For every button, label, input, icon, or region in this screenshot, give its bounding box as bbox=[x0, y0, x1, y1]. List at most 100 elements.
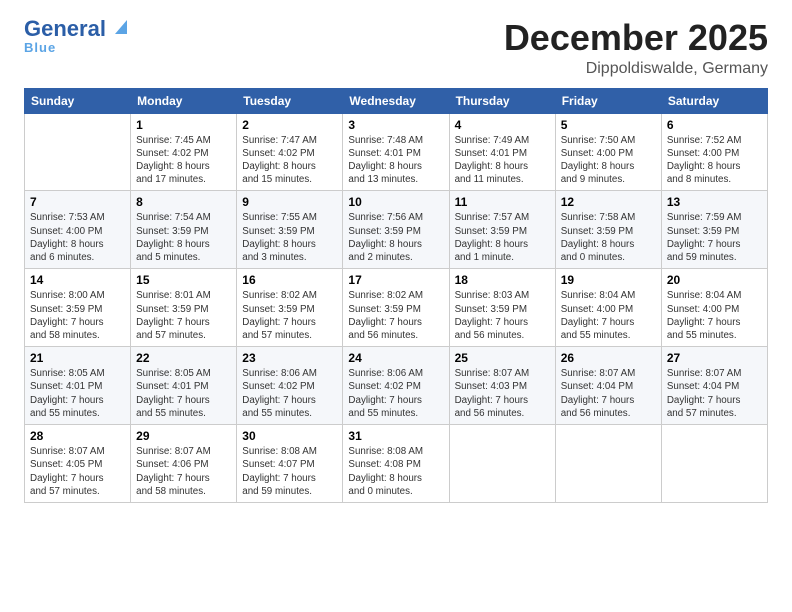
table-row: 26 Sunrise: 8:07 AMSunset: 4:04 PMDayligh… bbox=[555, 347, 661, 425]
day-number: 19 bbox=[561, 273, 656, 287]
table-row: 8Sunrise: 7:54 AMSunset: 3:59 PMDaylight… bbox=[131, 191, 237, 269]
day-number: 25 bbox=[455, 351, 550, 365]
day-number: 20 bbox=[667, 273, 762, 287]
day-info: Sunrise: 8:05 AMSunset: 4:01 PMDaylight:… bbox=[30, 367, 125, 420]
day-info: Sunrise: 7:53 AMSunset: 4:00 PMDaylight:… bbox=[30, 211, 125, 264]
day-info: Sunrise: 8:00 AMSunset: 3:59 PMDaylight:… bbox=[30, 289, 125, 342]
day-number: 24 bbox=[348, 351, 443, 365]
col-monday: Monday bbox=[131, 88, 237, 113]
day-number: 11 bbox=[455, 195, 550, 209]
day-info: Sunrise: 7:52 AMSunset: 4:00 PMDaylight:… bbox=[667, 134, 762, 187]
table-row: 27 Sunrise: 8:07 AMSunset: 4:04 PMDayligh… bbox=[661, 347, 767, 425]
day-info: Sunrise: 7:58 AMSunset: 3:59 PMDaylight:… bbox=[561, 211, 656, 264]
day-number: 27 bbox=[667, 351, 762, 365]
calendar-table: Sunday Monday Tuesday Wednesday Thursday… bbox=[24, 88, 768, 503]
table-row: 21 Sunrise: 8:05 AMSunset: 4:01 PMDayligh… bbox=[25, 347, 131, 425]
table-row: 6Sunrise: 7:52 AMSunset: 4:00 PMDaylight… bbox=[661, 113, 767, 191]
day-info: Sunrise: 8:06 AMSunset: 4:02 PMDaylight:… bbox=[242, 367, 337, 420]
day-number: 22 bbox=[136, 351, 231, 365]
calendar-header-row: Sunday Monday Tuesday Wednesday Thursday… bbox=[25, 88, 768, 113]
day-info: Sunrise: 7:45 AMSunset: 4:02 PMDaylight:… bbox=[136, 134, 231, 187]
table-row: 16Sunrise: 8:02 AMSunset: 3:59 PMDayligh… bbox=[237, 269, 343, 347]
page: General Blue December 2025 Dippoldiswald… bbox=[0, 0, 792, 515]
table-row: 14 Sunrise: 8:00 AMSunset: 3:59 PMDayligh… bbox=[25, 269, 131, 347]
table-row bbox=[449, 425, 555, 503]
day-info: Sunrise: 7:59 AMSunset: 3:59 PMDaylight:… bbox=[667, 211, 762, 264]
col-saturday: Saturday bbox=[661, 88, 767, 113]
day-number: 4 bbox=[455, 118, 550, 132]
day-number: 14 bbox=[30, 273, 125, 287]
col-sunday: Sunday bbox=[25, 88, 131, 113]
table-row bbox=[661, 425, 767, 503]
col-tuesday: Tuesday bbox=[237, 88, 343, 113]
day-number: 21 bbox=[30, 351, 125, 365]
day-number: 30 bbox=[242, 429, 337, 443]
day-number: 29 bbox=[136, 429, 231, 443]
day-info: Sunrise: 7:49 AMSunset: 4:01 PMDaylight:… bbox=[455, 134, 550, 187]
day-number: 23 bbox=[242, 351, 337, 365]
day-info: Sunrise: 8:02 AMSunset: 3:59 PMDaylight:… bbox=[348, 289, 443, 342]
day-number: 17 bbox=[348, 273, 443, 287]
day-info: Sunrise: 8:03 AMSunset: 3:59 PMDaylight:… bbox=[455, 289, 550, 342]
day-number: 5 bbox=[561, 118, 656, 132]
table-row: 10Sunrise: 7:56 AMSunset: 3:59 PMDayligh… bbox=[343, 191, 449, 269]
table-row: 9 Sunrise: 7:55 AMSunset: 3:59 PMDaylight… bbox=[237, 191, 343, 269]
day-number: 7 bbox=[30, 195, 125, 209]
day-info: Sunrise: 8:07 AMSunset: 4:04 PMDaylight:… bbox=[667, 367, 762, 420]
day-number: 26 bbox=[561, 351, 656, 365]
table-row: 20 Sunrise: 8:04 AMSunset: 4:00 PMDayligh… bbox=[661, 269, 767, 347]
table-row: 22 Sunrise: 8:05 AMSunset: 4:01 PMDayligh… bbox=[131, 347, 237, 425]
col-wednesday: Wednesday bbox=[343, 88, 449, 113]
table-row bbox=[25, 113, 131, 191]
day-number: 1 bbox=[136, 118, 231, 132]
day-info: Sunrise: 8:07 AMSunset: 4:04 PMDaylight:… bbox=[561, 367, 656, 420]
table-row: 12 Sunrise: 7:58 AMSunset: 3:59 PMDayligh… bbox=[555, 191, 661, 269]
calendar-week-row: 21 Sunrise: 8:05 AMSunset: 4:01 PMDayligh… bbox=[25, 347, 768, 425]
table-row: 31Sunrise: 8:08 AMSunset: 4:08 PMDayligh… bbox=[343, 425, 449, 503]
day-info: Sunrise: 8:07 AMSunset: 4:06 PMDaylight:… bbox=[136, 445, 231, 498]
table-row: 13Sunrise: 7:59 AMSunset: 3:59 PMDayligh… bbox=[661, 191, 767, 269]
table-row: 23 Sunrise: 8:06 AMSunset: 4:02 PMDayligh… bbox=[237, 347, 343, 425]
col-friday: Friday bbox=[555, 88, 661, 113]
table-row: 1 Sunrise: 7:45 AMSunset: 4:02 PMDaylight… bbox=[131, 113, 237, 191]
logo-icon bbox=[107, 16, 129, 38]
day-info: Sunrise: 8:05 AMSunset: 4:01 PMDaylight:… bbox=[136, 367, 231, 420]
day-info: Sunrise: 8:07 AMSunset: 4:05 PMDaylight:… bbox=[30, 445, 125, 498]
calendar-subtitle: Dippoldiswalde, Germany bbox=[504, 60, 768, 78]
day-info: Sunrise: 8:08 AMSunset: 4:08 PMDaylight:… bbox=[348, 445, 443, 498]
day-info: Sunrise: 8:01 AMSunset: 3:59 PMDaylight:… bbox=[136, 289, 231, 342]
table-row: 4 Sunrise: 7:49 AMSunset: 4:01 PMDaylight… bbox=[449, 113, 555, 191]
day-info: Sunrise: 7:47 AMSunset: 4:02 PMDaylight:… bbox=[242, 134, 337, 187]
calendar-week-row: 7 Sunrise: 7:53 AMSunset: 4:00 PMDaylight… bbox=[25, 191, 768, 269]
day-info: Sunrise: 8:02 AMSunset: 3:59 PMDaylight:… bbox=[242, 289, 337, 342]
day-info: Sunrise: 8:07 AMSunset: 4:03 PMDaylight:… bbox=[455, 367, 550, 420]
logo-blue: Blue bbox=[24, 40, 56, 55]
table-row: 19Sunrise: 8:04 AMSunset: 4:00 PMDayligh… bbox=[555, 269, 661, 347]
table-row bbox=[555, 425, 661, 503]
day-info: Sunrise: 7:48 AMSunset: 4:01 PMDaylight:… bbox=[348, 134, 443, 187]
table-row: 15 Sunrise: 8:01 AMSunset: 3:59 PMDayligh… bbox=[131, 269, 237, 347]
table-row: 2 Sunrise: 7:47 AMSunset: 4:02 PMDaylight… bbox=[237, 113, 343, 191]
day-info: Sunrise: 7:56 AMSunset: 3:59 PMDaylight:… bbox=[348, 211, 443, 264]
col-thursday: Thursday bbox=[449, 88, 555, 113]
table-row: 11 Sunrise: 7:57 AMSunset: 3:59 PMDayligh… bbox=[449, 191, 555, 269]
table-row: 17 Sunrise: 8:02 AMSunset: 3:59 PMDayligh… bbox=[343, 269, 449, 347]
table-row: 29 Sunrise: 8:07 AMSunset: 4:06 PMDayligh… bbox=[131, 425, 237, 503]
day-number: 12 bbox=[561, 195, 656, 209]
calendar-title: December 2025 bbox=[504, 18, 768, 58]
logo-general: General bbox=[24, 18, 106, 40]
day-number: 2 bbox=[242, 118, 337, 132]
day-number: 28 bbox=[30, 429, 125, 443]
day-info: Sunrise: 7:57 AMSunset: 3:59 PMDaylight:… bbox=[455, 211, 550, 264]
day-info: Sunrise: 7:55 AMSunset: 3:59 PMDaylight:… bbox=[242, 211, 337, 264]
table-row: 5 Sunrise: 7:50 AMSunset: 4:00 PMDaylight… bbox=[555, 113, 661, 191]
day-info: Sunrise: 8:06 AMSunset: 4:02 PMDaylight:… bbox=[348, 367, 443, 420]
day-info: Sunrise: 8:04 AMSunset: 4:00 PMDaylight:… bbox=[667, 289, 762, 342]
title-block: December 2025 Dippoldiswalde, Germany bbox=[504, 18, 768, 78]
table-row: 30Sunrise: 8:08 AMSunset: 4:07 PMDayligh… bbox=[237, 425, 343, 503]
day-number: 9 bbox=[242, 195, 337, 209]
day-info: Sunrise: 7:50 AMSunset: 4:00 PMDaylight:… bbox=[561, 134, 656, 187]
day-number: 15 bbox=[136, 273, 231, 287]
calendar-week-row: 28 Sunrise: 8:07 AMSunset: 4:05 PMDayligh… bbox=[25, 425, 768, 503]
day-number: 18 bbox=[455, 273, 550, 287]
